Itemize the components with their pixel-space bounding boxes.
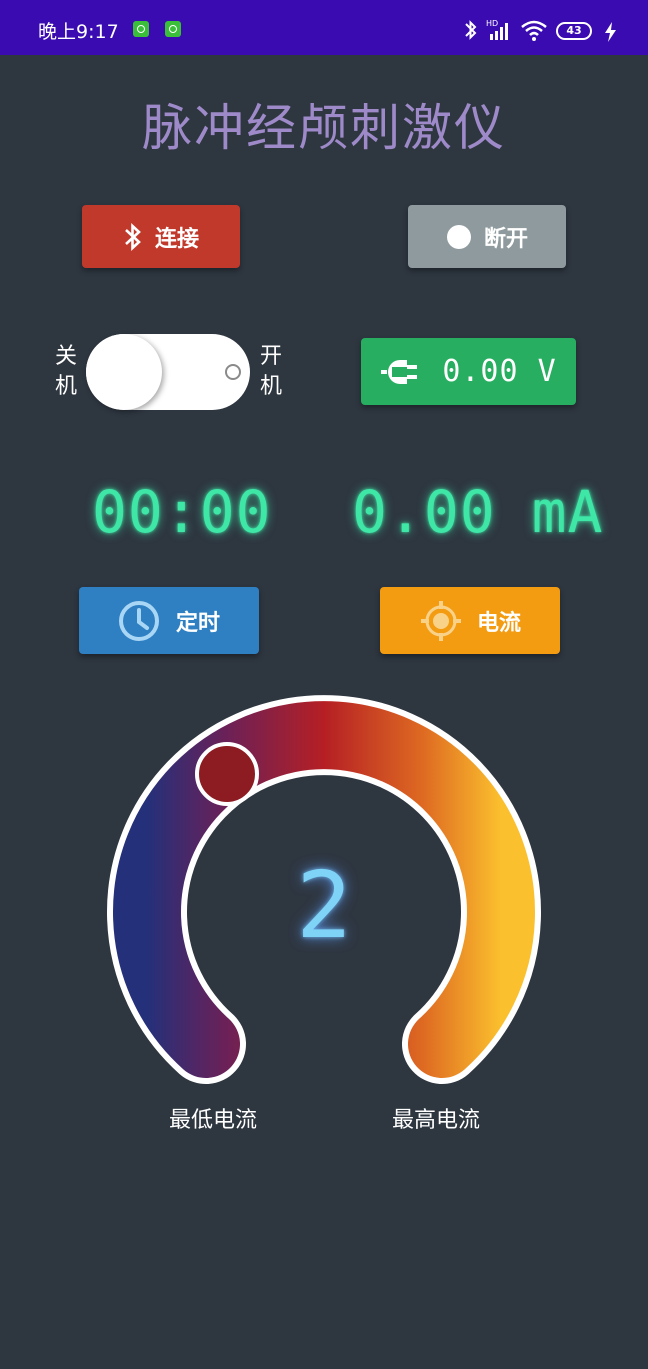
bluetooth-icon [465, 20, 477, 40]
charging-icon [605, 22, 616, 42]
disconnect-button[interactable]: 断开 [408, 205, 566, 268]
dial-level-value: 2 [296, 852, 352, 959]
power-switch-thumb[interactable] [86, 334, 162, 410]
current-button[interactable]: 电流 [380, 587, 560, 654]
power-off-label: 关 机 [54, 344, 77, 399]
status-bar: 晚上9:17 HD 43 [0, 0, 648, 55]
connect-label: 连接 [154, 226, 199, 252]
timer-label: 定时 [175, 610, 220, 636]
target-icon [419, 599, 463, 643]
notification-app-icon [133, 21, 149, 37]
battery-level: 43 [566, 24, 582, 37]
current-label: 电流 [476, 610, 521, 636]
svg-text:HD: HD [486, 19, 498, 28]
power-switch-ring [225, 364, 241, 380]
voltage-value: 0.00 V [442, 354, 557, 389]
power-on-label: 开 机 [259, 344, 282, 399]
status-time: 晚上9:17 [38, 21, 119, 43]
min-current-label: 最低电流 [168, 1108, 257, 1133]
timer-readout: 00:00 [92, 478, 272, 546]
connect-button[interactable]: 连接 [82, 205, 240, 268]
notification-app-icon [165, 21, 181, 37]
voltage-button[interactable]: 0.00 V [361, 338, 576, 405]
timer-button[interactable]: 定时 [79, 587, 259, 654]
max-current-label: 最高电流 [391, 1108, 480, 1133]
dial-knob [195, 742, 259, 806]
power-plug-icon [380, 357, 420, 387]
page-title: 脉冲经颅刺激仪 [142, 99, 506, 157]
clock-icon [118, 600, 160, 642]
current-readout: 0.00 mA [352, 478, 604, 546]
battery-indicator: 43 [556, 22, 592, 40]
signal-icon: HD [486, 19, 508, 40]
disconnect-label: 断开 [483, 226, 528, 252]
bluetooth-icon [123, 222, 143, 252]
record-circle-icon [446, 224, 472, 250]
wifi-icon [521, 20, 547, 41]
